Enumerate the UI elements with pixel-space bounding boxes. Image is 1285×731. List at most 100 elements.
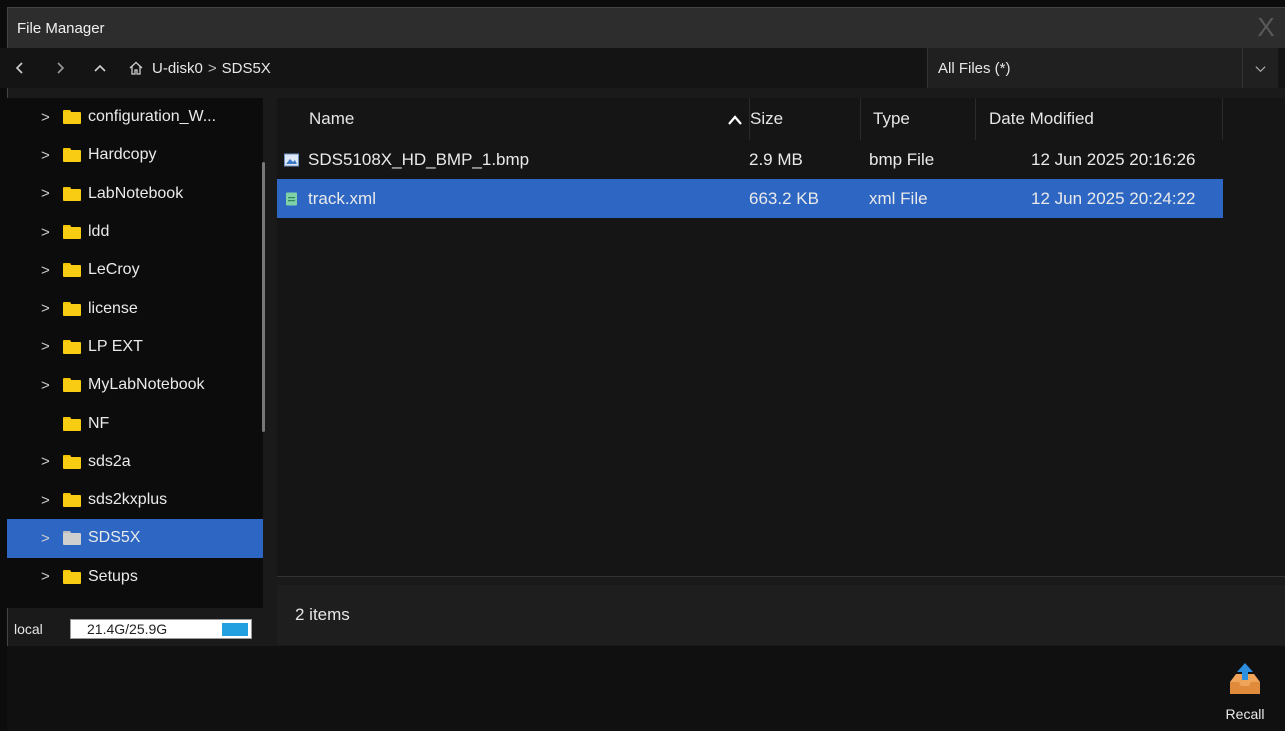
file-row[interactable]: SDS5108X_HD_BMP_1.bmp 2.9 MB bmp File 12 Ju…	[277, 140, 1223, 179]
file-type: bmp File	[869, 149, 935, 169]
file-name-cell: track.xml	[284, 179, 376, 218]
folder-icon	[63, 339, 81, 354]
tree-item[interactable]: > ldd	[7, 213, 263, 251]
status-bar: 2 items	[277, 585, 1285, 645]
expand-chevron-icon[interactable]: >	[41, 568, 63, 585]
tree-item[interactable]: >NF	[7, 404, 263, 442]
tree-item-label: LeCroy	[88, 261, 140, 279]
back-button[interactable]	[0, 50, 40, 86]
expand-chevron-icon[interactable]: >	[41, 377, 63, 394]
storage-usage-text: 21.4G/25.9G	[87, 621, 168, 637]
close-icon: X	[1257, 12, 1275, 42]
tree-scrollbar[interactable]	[262, 104, 265, 600]
tree-item[interactable]: > LeCroy	[7, 251, 263, 289]
tree-item-label: LP EXT	[88, 337, 143, 355]
recall-button[interactable]: Recall	[1215, 652, 1275, 728]
breadcrumb: U-disk0 > SDS5X	[128, 48, 271, 88]
tree-item[interactable]: > MyLabNotebook	[7, 366, 263, 404]
tree-item-label: NF	[88, 414, 110, 432]
folder-icon	[63, 263, 81, 278]
breadcrumb-separator: >	[207, 59, 217, 77]
expand-chevron-icon[interactable]: >	[41, 224, 63, 241]
storage-indicator: local 21.4G/25.9G	[7, 612, 263, 646]
tree-item-label: license	[88, 299, 138, 317]
file-list: Name Size Type Date Modified SDS5108X_HD…	[277, 98, 1285, 577]
expand-chevron-icon[interactable]: >	[41, 147, 63, 164]
file-name: track.xml	[308, 188, 376, 208]
folder-icon	[63, 110, 81, 125]
tree-item-label: configuration_W...	[88, 108, 217, 126]
sort-ascending-icon[interactable]	[725, 110, 745, 130]
window-title: File Manager	[17, 19, 105, 37]
file-name-cell: SDS5108X_HD_BMP_1.bmp	[284, 140, 529, 179]
recall-tray-icon	[1230, 663, 1260, 694]
expand-chevron-icon[interactable]: >	[41, 109, 63, 126]
tree-item-label: Hardcopy	[88, 146, 157, 164]
folder-icon	[63, 493, 81, 508]
breadcrumb-item-current[interactable]: SDS5X	[222, 60, 271, 77]
folder-tree[interactable]: > configuration_W... > Hardcopy > LabNotebook…	[7, 98, 263, 608]
folder-icon	[63, 569, 81, 584]
file-name: SDS5108X_HD_BMP_1.bmp	[308, 149, 530, 169]
tree-item[interactable]: > sds2kxplus	[7, 481, 263, 519]
tree-item[interactable]: > Hardcopy	[7, 136, 263, 174]
file-date: 12 Jun 2025 20:24:22	[1031, 188, 1196, 208]
title-bar: File Manager X	[8, 8, 1285, 48]
item-count: 2 items	[295, 605, 350, 624]
folder-icon	[63, 454, 81, 469]
list-header: Name Size Type Date Modified	[277, 98, 1285, 140]
tree-item[interactable]: > Setups	[7, 558, 263, 596]
chevron-down-icon[interactable]	[1242, 48, 1278, 88]
expand-chevron-icon[interactable]: >	[41, 300, 63, 317]
expand-chevron-icon[interactable]: >	[41, 185, 63, 202]
folder-icon	[63, 148, 81, 163]
recall-label: Recall	[1225, 706, 1265, 722]
document-file-icon	[286, 192, 297, 205]
tree-item-label: sds2a	[88, 452, 131, 470]
storage-usage-bar: 21.4G/25.9G	[70, 619, 252, 639]
folder-icon	[63, 186, 81, 201]
forward-button[interactable]	[40, 50, 80, 86]
chevron-up-icon	[94, 64, 106, 72]
file-size: 2.9 MB	[749, 149, 803, 169]
image-file-icon	[284, 153, 299, 166]
tree-item[interactable]: > sds2a	[7, 443, 263, 481]
column-header-size[interactable]: Size	[749, 98, 859, 140]
file-date: 12 Jun 2025 20:16:26	[1031, 149, 1196, 169]
file-row[interactable]: track.xml 663.2 KB xml File 12 Jun 2025 20:…	[277, 179, 1223, 218]
file-type-filter[interactable]: All Files (*)	[927, 48, 1278, 88]
up-button[interactable]	[80, 50, 120, 86]
chevron-left-icon	[15, 62, 23, 74]
expand-chevron-icon[interactable]: >	[41, 492, 63, 509]
tree-item-label: MyLabNotebook	[88, 376, 205, 394]
home-button[interactable]	[128, 60, 152, 76]
file-type: xml File	[869, 188, 928, 208]
action-bar	[7, 646, 1285, 731]
folder-icon	[63, 531, 81, 546]
expand-chevron-icon[interactable]: >	[41, 338, 63, 355]
tree-item-label: SDS5X	[88, 529, 141, 547]
tree-item[interactable]: > configuration_W...	[7, 98, 263, 136]
home-icon	[129, 61, 143, 75]
column-header-type[interactable]: Type	[860, 98, 975, 140]
tree-item[interactable]: > license	[7, 289, 263, 327]
expand-chevron-icon[interactable]: >	[41, 530, 63, 547]
folder-icon	[63, 378, 81, 393]
storage-label: local	[14, 621, 43, 637]
filter-value: All Files (*)	[938, 59, 1011, 77]
expand-chevron-icon[interactable]: >	[41, 262, 63, 279]
navigation-bar: U-disk0 > SDS5X All Files (*)	[0, 48, 1285, 88]
tree-item[interactable]: > LP EXT	[7, 328, 263, 366]
tree-item-label: ldd	[88, 223, 110, 241]
close-button[interactable]: X	[1251, 12, 1281, 44]
tree-item-label: Setups	[88, 567, 138, 585]
tree-item[interactable]: > SDS5X	[7, 519, 263, 558]
column-header-date[interactable]: Date Modified	[975, 98, 1223, 140]
folder-icon	[63, 301, 81, 316]
scrollbar-thumb[interactable]	[262, 162, 265, 432]
tree-item[interactable]: > LabNotebook	[7, 175, 263, 213]
breadcrumb-item-udisk[interactable]: U-disk0	[152, 60, 203, 77]
column-header-name[interactable]: Name	[277, 98, 747, 140]
expand-chevron-icon[interactable]: >	[41, 453, 63, 470]
tree-item-label: sds2kxplus	[88, 491, 168, 509]
